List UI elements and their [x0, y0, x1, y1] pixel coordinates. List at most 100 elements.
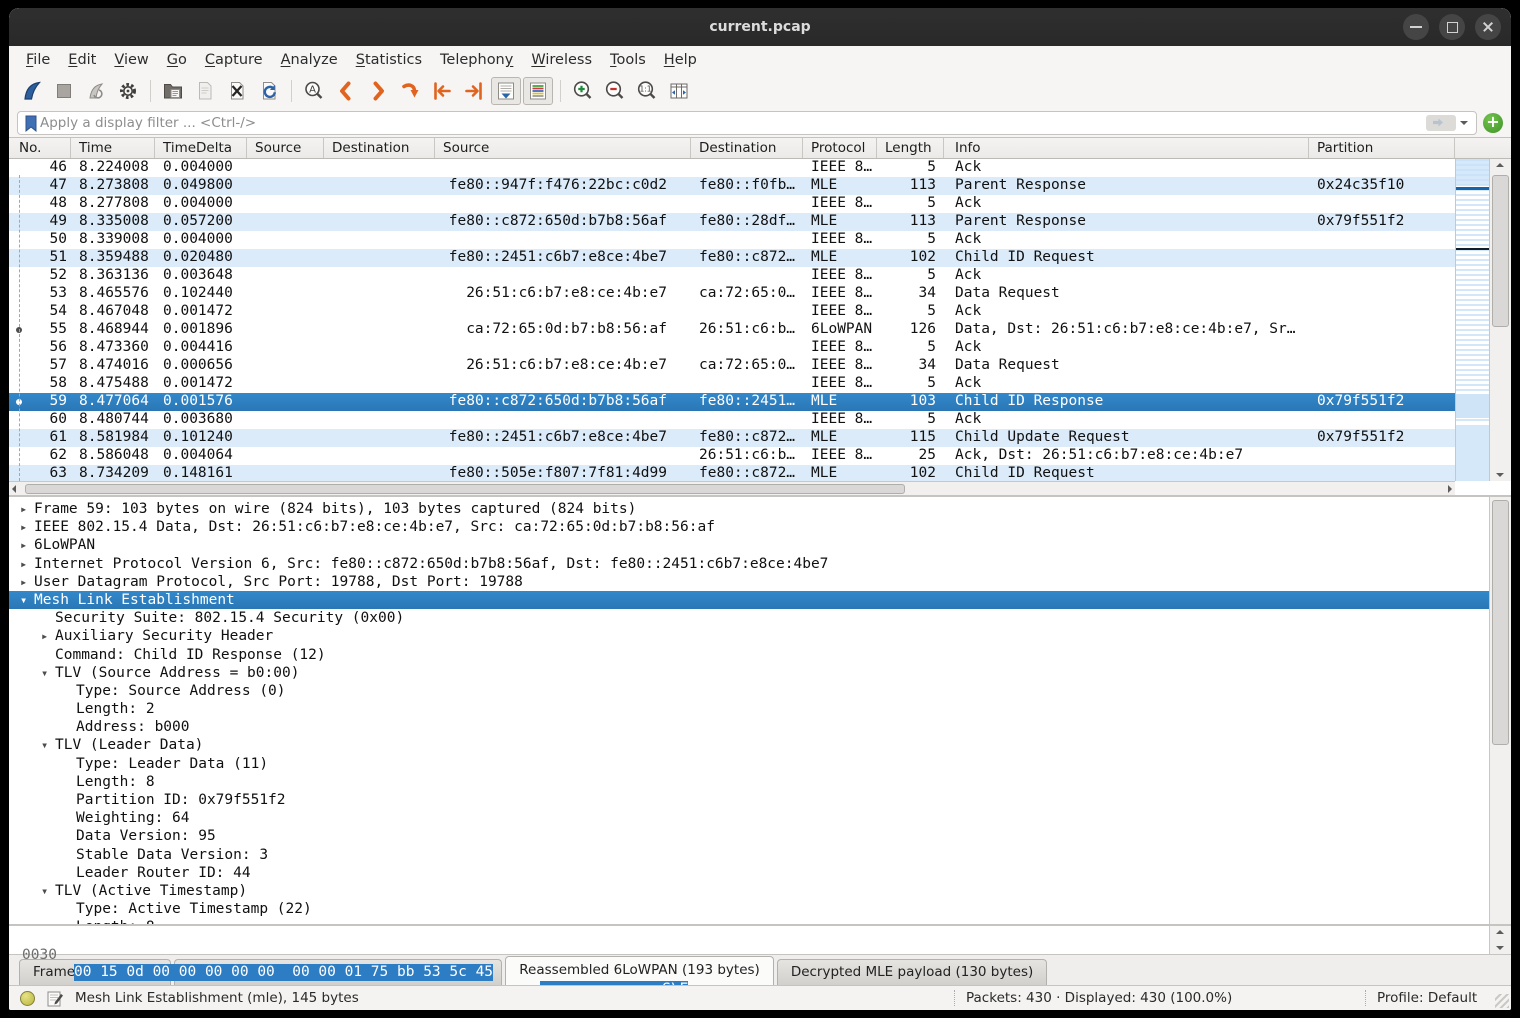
packet-list-vertical-scrollbar[interactable]: [1489, 159, 1511, 481]
column-header-time-1[interactable]: Time: [71, 138, 155, 158]
go-forward-button[interactable]: [363, 77, 393, 105]
scroll-down-arrow[interactable]: [1490, 467, 1511, 481]
capture-options-button[interactable]: [113, 77, 143, 105]
menu-go[interactable]: Go: [158, 49, 196, 71]
first-packet-button[interactable]: [427, 77, 457, 105]
hex-row[interactable]: 0030 00 15 0d 00 00 00 00 00 00 00 01 75…: [9, 930, 1489, 948]
byte-view-tab-3[interactable]: Decrypted MLE payload (130 bytes): [777, 959, 1047, 985]
detail-line[interactable]: Length: 2: [9, 700, 1489, 718]
expanded-triangle-icon[interactable]: ▾: [41, 664, 48, 682]
scroll-down-arrow[interactable]: [1490, 940, 1511, 954]
menu-statistics[interactable]: Statistics: [347, 49, 431, 71]
column-header-timedelta-2[interactable]: TimeDelta: [155, 138, 247, 158]
detail-line[interactable]: Data Version: 95: [9, 827, 1489, 845]
detail-line[interactable]: ▾TLV (Leader Data): [9, 736, 1489, 754]
packet-row-53[interactable]: 538.4655760.10244026:51:c6:b7:e8:ce:4b:e…: [9, 285, 1455, 303]
menu-capture[interactable]: Capture: [196, 49, 272, 71]
packet-list-horizontal-scrollbar[interactable]: [9, 481, 1455, 495]
menu-telephony[interactable]: Telephony: [431, 49, 522, 71]
filter-dropdown-caret[interactable]: [1460, 121, 1468, 129]
collapsed-triangle-icon[interactable]: ▸: [20, 500, 27, 518]
column-header-length-8[interactable]: Length: [877, 138, 944, 158]
restart-capture-button[interactable]: [81, 77, 111, 105]
detail-line[interactable]: Leader Router ID: 44: [9, 864, 1489, 882]
zoom-100-button[interactable]: 1:1: [632, 77, 662, 105]
resize-grip[interactable]: [1495, 994, 1509, 1008]
packet-row-63[interactable]: 638.7342090.148161fe80::505e:f807:7f81:4…: [9, 465, 1455, 481]
hex-bytes-selected[interactable]: 00 15 0d 00 00 00 00 00 00 00 01 75 bb 5…: [74, 964, 493, 981]
menu-file[interactable]: File: [17, 49, 59, 71]
column-header-source-3[interactable]: Source: [247, 138, 324, 158]
collapsed-triangle-icon[interactable]: ▸: [20, 555, 27, 573]
reload-file-button[interactable]: [254, 77, 284, 105]
collapsed-triangle-icon[interactable]: ▸: [20, 536, 27, 554]
colorize-button[interactable]: [523, 77, 553, 105]
maximize-button[interactable]: [1439, 14, 1465, 40]
bookmark-icon[interactable]: [22, 113, 40, 133]
detail-line[interactable]: ▾Mesh Link Establishment: [9, 591, 1489, 609]
packet-row-59[interactable]: 598.4770640.001576fe80::c872:650d:b7b8:5…: [9, 393, 1455, 411]
packet-row-54[interactable]: 548.4670480.001472IEEE 8…5Ack: [9, 303, 1455, 321]
resize-columns-button[interactable]: [664, 77, 694, 105]
detail-line[interactable]: Stable Data Version: 3: [9, 846, 1489, 864]
scrollbar-thumb[interactable]: [25, 484, 905, 494]
menu-help[interactable]: Help: [655, 49, 706, 71]
detail-line[interactable]: ▾TLV (Source Address = b0:00): [9, 664, 1489, 682]
column-header-source-5[interactable]: Source: [435, 138, 691, 158]
stop-capture-button[interactable]: [49, 77, 79, 105]
start-capture-button[interactable]: [17, 77, 47, 105]
save-file-button[interactable]: [190, 77, 220, 105]
packet-list-header[interactable]: No.TimeTimeDeltaSourceDestinationSourceD…: [9, 138, 1511, 159]
collapsed-triangle-icon[interactable]: ▸: [41, 627, 48, 645]
detail-line[interactable]: ▸IEEE 802.15.4 Data, Dst: 26:51:c6:b7:e8…: [9, 518, 1489, 536]
detail-line[interactable]: ▸Frame 59: 103 bytes on wire (824 bits),…: [9, 500, 1489, 518]
packet-row-60[interactable]: 608.4807440.003680IEEE 8…5Ack: [9, 411, 1455, 429]
detail-line[interactable]: Address: b000: [9, 718, 1489, 736]
collapsed-triangle-icon[interactable]: ▸: [20, 573, 27, 591]
detail-line[interactable]: Type: Leader Data (11): [9, 755, 1489, 773]
packet-row-55[interactable]: 558.4689440.001896ca:72:65:0d:b7:b8:56:a…: [9, 321, 1455, 339]
detail-line[interactable]: ▸6LoWPAN: [9, 536, 1489, 554]
add-filter-button[interactable]: +: [1483, 113, 1503, 133]
packet-row-50[interactable]: 508.3390080.004000IEEE 8…5Ack: [9, 231, 1455, 249]
packet-row-49[interactable]: 498.3350080.057200fe80::c872:650d:b7b8:5…: [9, 213, 1455, 231]
packet-row-47[interactable]: 478.2738080.049800fe80::947f:f476:22bc:c…: [9, 177, 1455, 195]
packet-row-57[interactable]: 578.4740160.00065626:51:c6:b7:e8:ce:4b:e…: [9, 357, 1455, 375]
find-packet-button[interactable]: A: [299, 77, 329, 105]
close-button[interactable]: [1475, 14, 1501, 40]
detail-line[interactable]: Security Suite: 802.15.4 Security (0x00): [9, 609, 1489, 627]
scroll-up-arrow[interactable]: [1490, 926, 1511, 940]
scroll-up-arrow[interactable]: [1490, 159, 1511, 173]
menu-wireless[interactable]: Wireless: [522, 49, 601, 71]
minimize-button[interactable]: [1403, 14, 1429, 40]
detail-line[interactable]: Length: 8: [9, 773, 1489, 791]
scroll-right-arrow[interactable]: [1441, 482, 1455, 496]
detail-line[interactable]: Command: Child ID Response (12): [9, 646, 1489, 664]
column-header-protocol-7[interactable]: Protocol: [803, 138, 877, 158]
menu-edit[interactable]: Edit: [59, 49, 105, 71]
menu-tools[interactable]: Tools: [601, 49, 655, 71]
scroll-left-arrow[interactable]: [9, 482, 23, 496]
detail-line[interactable]: ▸Internet Protocol Version 6, Src: fe80:…: [9, 555, 1489, 573]
packet-row-56[interactable]: 568.4733600.004416IEEE 8…5Ack: [9, 339, 1455, 357]
column-header-no-0[interactable]: No.: [9, 138, 71, 158]
detail-line[interactable]: Partition ID: 0x79f551f2: [9, 791, 1489, 809]
menu-analyze[interactable]: Analyze: [272, 49, 347, 71]
packet-row-52[interactable]: 528.3631360.003648IEEE 8…5Ack: [9, 267, 1455, 285]
scrollbar-thumb[interactable]: [1492, 175, 1509, 327]
detail-line[interactable]: ▸Auxiliary Security Header: [9, 627, 1489, 645]
zoom-out-button[interactable]: [600, 77, 630, 105]
open-file-button[interactable]: [158, 77, 188, 105]
auto-scroll-button[interactable]: [491, 77, 521, 105]
expanded-triangle-icon[interactable]: ▾: [20, 591, 27, 609]
packet-row-58[interactable]: 588.4754880.001472IEEE 8…5Ack: [9, 375, 1455, 393]
packet-row-61[interactable]: 618.5819840.101240fe80::2451:c6b7:e8ce:4…: [9, 429, 1455, 447]
packet-list-minimap[interactable]: [1455, 159, 1489, 481]
column-header-info-9[interactable]: Info: [944, 138, 1309, 158]
detail-line[interactable]: Type: Active Timestamp (22): [9, 900, 1489, 918]
apply-filter-button[interactable]: [1426, 115, 1456, 131]
detail-line[interactable]: Type: Source Address (0): [9, 682, 1489, 700]
scrollbar-thumb[interactable]: [1492, 500, 1509, 745]
expanded-triangle-icon[interactable]: ▾: [41, 882, 48, 900]
detail-line[interactable]: Weighting: 64: [9, 809, 1489, 827]
